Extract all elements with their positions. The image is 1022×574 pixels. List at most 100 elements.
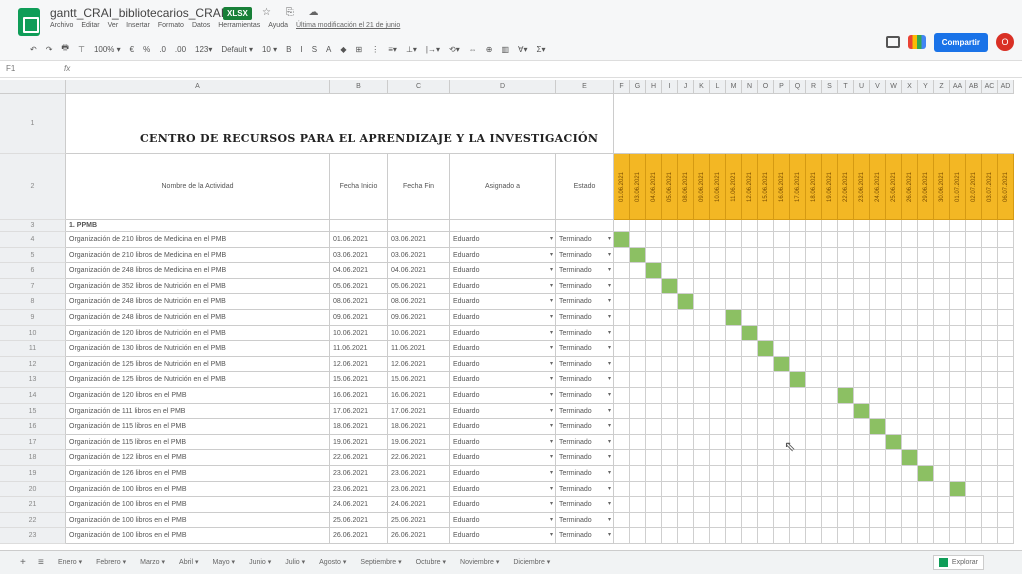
sheet-tab[interactable]: Junio ▾ [249,559,271,566]
gantt-cell[interactable] [630,481,646,498]
date-header-cell[interactable]: 23.06.2021 [854,154,870,220]
meet-icon[interactable] [907,35,926,49]
gantt-cell[interactable] [822,247,838,264]
gantt-cell[interactable] [790,310,806,326]
gantt-cell[interactable] [998,232,1014,248]
gantt-cell[interactable] [966,388,982,404]
date-header-cell[interactable]: 01.06.2021 [614,154,630,220]
gantt-cell[interactable] [886,294,902,310]
menu-item-insertar[interactable]: Insertar [126,22,150,29]
gantt-cell[interactable] [918,528,934,544]
gantt-cell[interactable] [934,278,950,295]
gantt-cell[interactable] [742,356,758,373]
date-header-cell[interactable]: 03.06.2021 [630,154,646,220]
gantt-cell[interactable] [742,434,758,451]
gantt-cell[interactable] [966,497,982,513]
gantt-cell[interactable] [838,419,854,435]
gantt-cell[interactable] [710,310,726,326]
gantt-cell[interactable] [646,450,662,466]
gantt-cell[interactable] [662,310,678,326]
gantt-cell[interactable] [950,434,966,451]
toolbar-button[interactable]: Σ▾ [537,45,546,54]
gantt-cell[interactable] [694,450,710,466]
gantt-cell[interactable] [870,220,886,232]
gantt-cell[interactable] [662,341,678,357]
row-header[interactable]: 17 [0,434,66,451]
gantt-cell[interactable] [998,434,1014,451]
task-name-cell[interactable]: Organización de 120 libros de Nutrición … [66,325,330,342]
gantt-cell[interactable] [998,528,1014,544]
task-end-cell[interactable]: 16.06.2021 [388,388,450,404]
task-start-cell[interactable]: 08.06.2021 [330,294,388,310]
gantt-cell[interactable] [918,403,934,420]
dropdown-arrow-icon[interactable]: ▾ [608,466,611,481]
column-header[interactable]: AD [998,80,1014,94]
gantt-cell[interactable] [918,434,934,451]
row-header[interactable]: 18 [0,450,66,466]
gantt-cell[interactable] [614,450,630,466]
task-assigned-cell[interactable]: Eduardo ▾ [450,481,556,498]
column-header[interactable]: U [854,80,870,94]
gantt-cell[interactable] [726,497,742,513]
gantt-cell[interactable] [678,232,694,248]
task-end-cell[interactable]: 22.06.2021 [388,450,450,466]
date-header-cell[interactable]: 29.06.2021 [918,154,934,220]
sheet-tab[interactable]: Julio ▾ [285,559,305,566]
gantt-cell[interactable] [838,450,854,466]
gantt-cell[interactable] [614,466,630,482]
gantt-cell[interactable] [854,512,870,529]
gantt-cell[interactable] [710,434,726,451]
gantt-cell[interactable] [678,372,694,388]
row-header[interactable]: 10 [0,325,66,342]
task-status-cell[interactable]: Terminado ▾ [556,434,614,451]
task-status-cell[interactable]: Terminado ▾ [556,419,614,435]
gantt-cell[interactable] [982,310,998,326]
gantt-cell[interactable] [726,388,742,404]
gantt-cell[interactable] [790,341,806,357]
gantt-cell[interactable] [646,356,662,373]
gantt-cell[interactable] [854,434,870,451]
gantt-cell[interactable] [806,278,822,295]
column-header[interactable]: A [66,80,330,94]
task-status-cell[interactable]: Terminado ▾ [556,247,614,264]
gantt-cell[interactable] [838,325,854,342]
gantt-cell[interactable] [710,263,726,279]
gantt-cell[interactable] [710,388,726,404]
row-header[interactable]: 12 [0,356,66,373]
gantt-cell[interactable] [774,372,790,388]
gantt-cell[interactable] [838,232,854,248]
gantt-cell[interactable] [982,512,998,529]
task-status-cell[interactable]: Terminado ▾ [556,356,614,373]
row-header[interactable]: 6 [0,263,66,279]
gantt-cell[interactable] [854,220,870,232]
gantt-cell[interactable] [902,466,918,482]
gantt-cell[interactable] [806,232,822,248]
task-assigned-cell[interactable]: Eduardo ▾ [450,372,556,388]
gantt-cell[interactable] [886,388,902,404]
gantt-cell[interactable] [662,528,678,544]
gantt-cell[interactable] [886,232,902,248]
task-end-cell[interactable]: 10.06.2021 [388,325,450,342]
column-header[interactable]: Q [790,80,806,94]
gantt-cell[interactable] [854,419,870,435]
task-start-cell[interactable]: 17.06.2021 [330,403,388,420]
gantt-cell[interactable] [758,466,774,482]
task-end-cell[interactable]: 23.06.2021 [388,481,450,498]
column-header[interactable]: I [662,80,678,94]
gantt-cell[interactable] [998,356,1014,373]
gantt-cell[interactable] [870,403,886,420]
gantt-cell[interactable] [758,388,774,404]
gantt-cell[interactable] [934,434,950,451]
section-label[interactable]: 1. PPMB [66,220,330,232]
gantt-cell[interactable] [982,294,998,310]
column-header[interactable]: G [630,80,646,94]
toolbar-button[interactable]: 123▾ [195,45,212,54]
toolbar-button[interactable]: 100% ▾ [94,45,121,54]
task-name-cell[interactable]: Organización de 210 libros de Medicina e… [66,247,330,264]
row-header[interactable]: 22 [0,512,66,529]
gantt-cell[interactable] [854,263,870,279]
gantt-cell[interactable] [630,419,646,435]
gantt-cell[interactable] [982,434,998,451]
gantt-cell[interactable] [998,481,1014,498]
gantt-cell[interactable] [726,419,742,435]
